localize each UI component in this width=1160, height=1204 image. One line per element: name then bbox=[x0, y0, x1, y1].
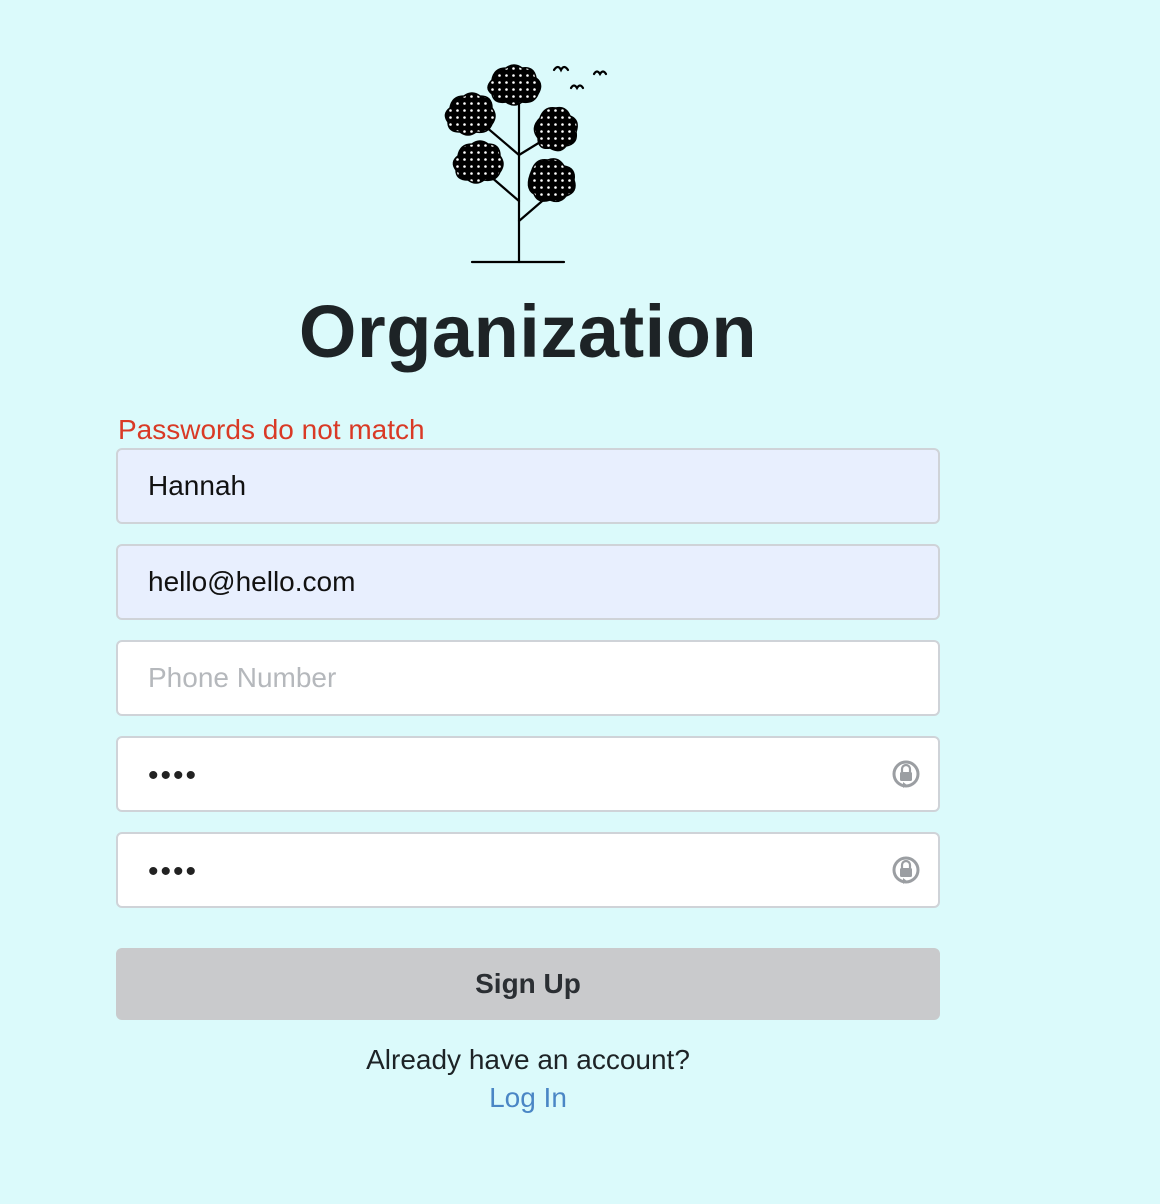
error-message: Passwords do not match bbox=[118, 414, 425, 445]
name-field[interactable] bbox=[116, 448, 940, 524]
tree-with-birds-icon bbox=[444, 64, 608, 264]
already-have-account-text: Already have an account? bbox=[366, 1044, 690, 1075]
page-title: Organization bbox=[298, 290, 758, 373]
phone-input[interactable] bbox=[118, 642, 938, 714]
signup-page: Organization Passwords do not match ••••… bbox=[0, 0, 1160, 1204]
password-masked-value: •••• bbox=[148, 759, 199, 792]
password-manager-icon[interactable] bbox=[890, 854, 922, 886]
confirm-password-masked-value: •••• bbox=[148, 855, 199, 888]
confirm-password-field[interactable]: •••• bbox=[116, 832, 940, 908]
phone-field[interactable] bbox=[116, 640, 940, 716]
sign-up-button[interactable]: Sign Up bbox=[116, 948, 940, 1020]
password-field[interactable]: •••• bbox=[116, 736, 940, 812]
email-input[interactable] bbox=[118, 546, 938, 618]
password-manager-icon[interactable] bbox=[890, 758, 922, 790]
email-field[interactable] bbox=[116, 544, 940, 620]
log-in-link[interactable]: Log In bbox=[116, 1080, 940, 1116]
name-input[interactable] bbox=[118, 450, 938, 522]
